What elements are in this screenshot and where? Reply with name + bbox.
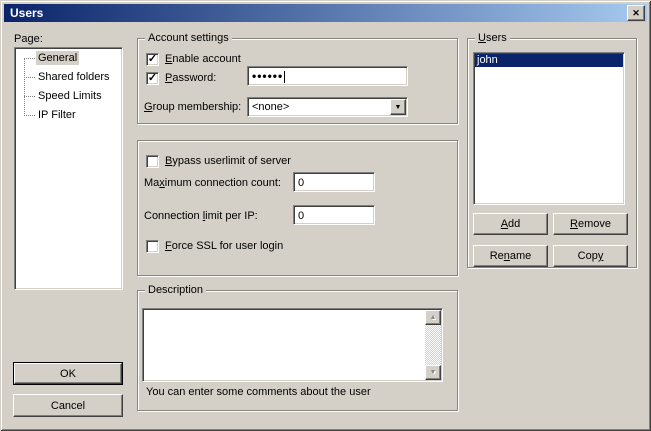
enable-account-checkbox[interactable]: ✓ — [146, 53, 159, 66]
check-icon: ✓ — [148, 54, 157, 65]
tree-branch-icon — [24, 77, 35, 78]
force-ssl-label: Force SSL for user login — [165, 240, 283, 253]
copy-button-label: Copy — [578, 250, 604, 262]
rename-button[interactable]: Rename — [473, 245, 548, 267]
description-input[interactable]: ▲ ▼ — [142, 308, 443, 382]
tree-branch-icon — [24, 115, 35, 116]
enable-account-label: Enable account — [165, 53, 241, 66]
password-input[interactable]: •••••• — [247, 66, 408, 86]
add-button[interactable]: Add — [473, 213, 548, 235]
ok-button[interactable]: OK — [14, 363, 122, 384]
group-membership-label: Group membership: — [144, 101, 241, 114]
tree-branch-icon — [24, 96, 35, 97]
password-checkbox[interactable]: ✓ — [146, 72, 159, 85]
password-value: •••••• — [252, 69, 283, 83]
remove-button-label: Remove — [570, 218, 611, 230]
copy-button[interactable]: Copy — [553, 245, 628, 267]
ip-limit-value: 0 — [298, 210, 304, 222]
users-dialog: Users ✕ Page: General Shared folders Spe… — [0, 0, 651, 431]
dropdown-button[interactable]: ▼ — [390, 99, 406, 115]
tree-item-label: Shared folders — [36, 70, 112, 84]
rename-button-label: Rename — [490, 250, 532, 262]
force-ssl-checkbox[interactable] — [146, 240, 159, 253]
users-list[interactable]: john — [473, 52, 625, 205]
tree-item-label: Speed Limits — [36, 89, 104, 103]
tree-item-label: General — [36, 51, 79, 65]
tree-item-shared-folders[interactable]: Shared folders — [15, 70, 122, 86]
cancel-button-label: Cancel — [51, 400, 85, 412]
tree-branch-icon — [24, 58, 35, 59]
ok-button-label: OK — [60, 368, 76, 380]
scroll-down-button[interactable]: ▼ — [425, 365, 441, 380]
user-list-item[interactable]: john — [475, 54, 623, 67]
account-settings-title: Account settings — [145, 32, 232, 45]
ip-limit-label: Connection limit per IP: — [144, 210, 258, 223]
window-title: Users — [10, 4, 43, 22]
close-icon: ✕ — [632, 8, 640, 19]
chevron-down-icon: ▼ — [395, 104, 402, 111]
tree-item-speed-limits[interactable]: Speed Limits — [15, 89, 122, 105]
description-value — [145, 311, 424, 379]
description-scrollbar[interactable]: ▲ ▼ — [425, 310, 441, 380]
page-tree[interactable]: General Shared folders Speed Limits IP F… — [14, 47, 123, 290]
close-button[interactable]: ✕ — [627, 5, 645, 21]
scroll-up-button[interactable]: ▲ — [425, 310, 441, 325]
cancel-button[interactable]: Cancel — [13, 394, 123, 417]
bypass-userlimit-label: Bypass userlimit of server — [165, 155, 291, 168]
max-connections-value: 0 — [298, 177, 304, 189]
tree-item-general[interactable]: General — [15, 51, 122, 67]
bypass-userlimit-checkbox[interactable] — [146, 155, 159, 168]
title-bar[interactable]: Users ✕ — [4, 4, 647, 22]
scroll-down-icon: ▼ — [430, 369, 437, 376]
description-hint: You can enter some comments about the us… — [146, 386, 371, 399]
description-title: Description — [145, 284, 206, 297]
password-label: Password: — [165, 72, 216, 85]
max-connections-label: Maximum connection count: — [144, 177, 281, 190]
text-cursor — [284, 71, 285, 83]
remove-button[interactable]: Remove — [553, 213, 628, 235]
ip-limit-input[interactable]: 0 — [293, 205, 375, 225]
scroll-up-icon: ▲ — [430, 314, 437, 321]
group-membership-select[interactable]: <none> ▼ — [247, 97, 408, 117]
page-label: Page: — [14, 33, 43, 46]
tree-item-ip-filter[interactable]: IP Filter — [15, 108, 122, 124]
users-group-title: Users — [475, 32, 510, 45]
check-icon: ✓ — [148, 73, 157, 84]
group-membership-value: <none> — [252, 100, 289, 114]
tree-item-label: IP Filter — [36, 108, 78, 122]
max-connections-input[interactable]: 0 — [293, 172, 375, 192]
add-button-label: Add — [501, 218, 521, 230]
